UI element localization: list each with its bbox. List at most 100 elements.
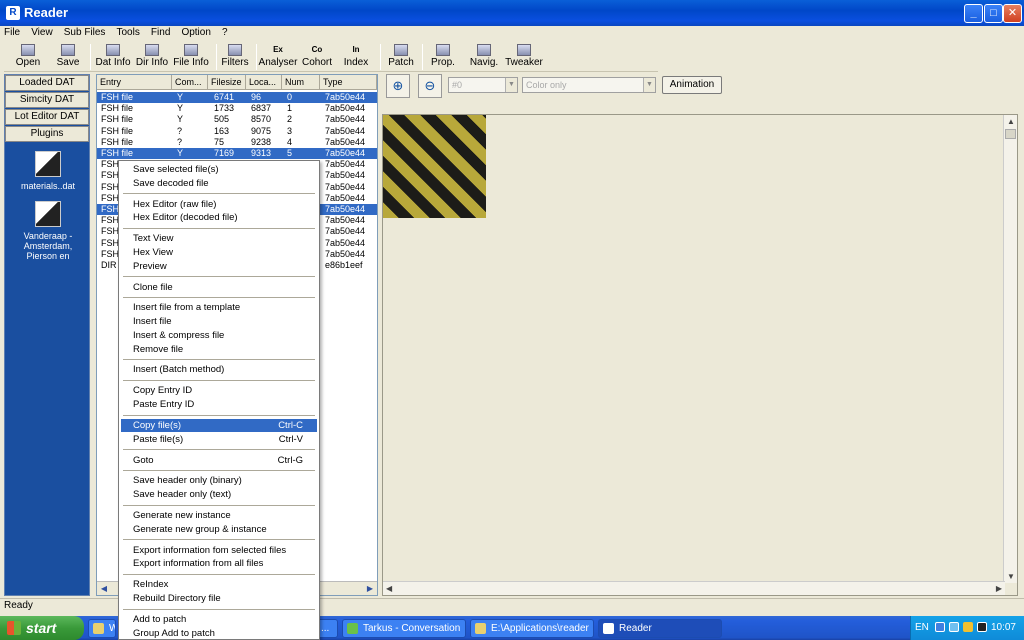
menu-item-label: Save header only (text) [133, 489, 232, 501]
dat-info-button[interactable]: Dat Info [94, 42, 132, 72]
plugins-button[interactable]: Plugins [5, 126, 89, 142]
table-cell-entry: FSH [101, 192, 119, 203]
context-menu-item[interactable]: Goto Ctrl-G [121, 454, 317, 467]
context-menu-item[interactable]: Export information fom selected files [121, 544, 317, 557]
scrollbar-thumb[interactable] [1005, 129, 1016, 139]
context-menu-item[interactable]: Generate new group & instance [121, 523, 317, 536]
context-menu-item[interactable]: Hex View [121, 246, 317, 259]
menu-view[interactable]: View [27, 26, 57, 39]
column-header-type[interactable]: Type [320, 75, 377, 90]
animation-button[interactable]: Animation [662, 76, 722, 94]
open-button[interactable]: Open [14, 42, 42, 72]
table-row[interactable]: FSH file Y 7169 9313 5 7ab50e44 [97, 148, 377, 159]
patch-button[interactable]: Patch [386, 42, 416, 72]
loaded-dat-button[interactable]: Loaded DAT [5, 75, 89, 91]
lot-editor-dat-button[interactable]: Lot Editor DAT [5, 109, 89, 125]
context-menu-item[interactable]: Save header only (binary) [121, 474, 317, 487]
context-menu-item[interactable]: Remove file [121, 343, 317, 356]
context-menu-item[interactable]: Copy file(s) Ctrl-C [121, 418, 317, 432]
context-menu-item[interactable]: Insert file from a template [121, 301, 317, 314]
minimize-button[interactable]: _ [964, 4, 983, 23]
column-header-entry[interactable]: Entry [97, 75, 172, 90]
start-button[interactable]: start [0, 616, 84, 640]
menu-sub-files[interactable]: Sub Files [60, 26, 110, 39]
title-bar[interactable]: R Reader _ □ ✕ [0, 0, 1024, 26]
taskbar-task[interactable]: E:\Applications\reader [470, 619, 594, 638]
tray-icon[interactable] [935, 622, 945, 632]
context-menu-item[interactable]: Insert & compress file [121, 329, 317, 342]
preview-horizontal-scrollbar[interactable]: ◀ ▶ [383, 581, 1005, 595]
tray-icon[interactable] [977, 622, 987, 632]
context-menu-item[interactable]: Group Add to patch [121, 627, 317, 640]
context-menu-item[interactable]: Paste Entry ID [121, 398, 317, 411]
context-menu-item[interactable]: Paste file(s) Ctrl-V [121, 433, 317, 446]
context-menu-item[interactable]: Hex Editor (decoded file) [121, 211, 317, 224]
menu-find[interactable]: Find [147, 26, 174, 39]
context-menu-item[interactable]: Insert (Batch method) [121, 363, 317, 376]
context-menu-item[interactable]: Save header only (text) [121, 488, 317, 501]
plugin-label: Vanderaap - Amsterdam, Pierson en [23, 231, 73, 261]
context-menu-item[interactable]: Hex Editor (raw file) [121, 198, 317, 211]
menu-tools[interactable]: Tools [113, 26, 144, 39]
scroll-up-icon[interactable]: ▲ [1007, 117, 1015, 126]
table-row[interactable]: FSH file? 163 9075 3 7ab50e44 [97, 126, 377, 137]
language-indicator[interactable]: EN [915, 622, 929, 633]
save-button[interactable]: Save [54, 42, 82, 72]
simcity-dat-button[interactable]: Simcity DAT [5, 92, 89, 108]
tray-icon[interactable] [963, 622, 973, 632]
context-menu-item[interactable]: Clone file [121, 281, 317, 294]
menu-file[interactable]: File [0, 26, 24, 39]
dir-info-button[interactable]: Dir Info [134, 42, 170, 72]
tweaker-button[interactable]: Tweaker [504, 42, 544, 72]
context-menu-item[interactable]: Insert file [121, 315, 317, 328]
frame-select[interactable]: #0 ▼ [448, 77, 518, 93]
filters-button[interactable]: Filters [220, 42, 250, 72]
context-menu-item[interactable]: Rebuild Directory file [121, 592, 317, 605]
context-menu-item[interactable]: Add to patch [121, 613, 317, 626]
color-mode-select[interactable]: Color only ▼ [522, 77, 656, 93]
close-button[interactable]: ✕ [1003, 4, 1022, 23]
scroll-down-icon[interactable]: ▼ [1007, 572, 1015, 581]
file-info-button[interactable]: File Info [172, 42, 210, 72]
context-menu-item[interactable]: Export information from all files [121, 557, 317, 570]
index-button[interactable]: In Index [342, 42, 370, 72]
table-row[interactable]: FSH file? 75 9238 4 7ab50e44 [97, 137, 377, 148]
filters-icon [228, 44, 242, 56]
scroll-right-icon[interactable]: ▶ [996, 584, 1002, 593]
maximize-button[interactable]: □ [984, 4, 1003, 23]
taskbar-task[interactable]: Tarkus - Conversation [342, 619, 466, 638]
column-header-loca[interactable]: Loca... [246, 75, 282, 90]
context-menu-item[interactable]: Save selected file(s) [121, 163, 317, 176]
clock[interactable]: 10:07 [991, 622, 1016, 633]
context-menu-item[interactable]: Text View [121, 232, 317, 245]
menu-option[interactable]: Option [177, 26, 214, 39]
column-header-num[interactable]: Num [282, 75, 320, 90]
taskbar-task[interactable]: W [88, 619, 116, 638]
zoom-out-icon[interactable]: ⊖ [418, 74, 442, 98]
table-row[interactable]: FSH file Y 1733 6837 1 7ab50e44 [97, 103, 377, 114]
scroll-left-icon[interactable]: ◀ [98, 583, 110, 594]
plugin-item[interactable]: Vanderaap - Amsterdam, Pierson en [9, 201, 87, 261]
context-menu-item[interactable]: Save decoded file [121, 177, 317, 190]
table-row[interactable]: FSH file Y 6741 96 0 7ab50e44 [97, 92, 377, 103]
scroll-right-icon[interactable]: ▶ [364, 583, 376, 594]
table-row[interactable]: FSH file Y 505 8570 2 7ab50e44 [97, 114, 377, 125]
context-menu-item[interactable]: ReIndex [121, 578, 317, 591]
column-header-filesize[interactable]: Filesize [208, 75, 246, 90]
vertical-scrollbar[interactable]: ▲ ▼ [1003, 115, 1017, 583]
menu-item-shortcut: Ctrl-V [278, 433, 303, 445]
context-menu-item[interactable]: Generate new instance [121, 509, 317, 522]
plugin-item[interactable]: materials..dat [9, 151, 87, 191]
taskbar-task-active[interactable]: Reader [598, 619, 722, 638]
cohort-button[interactable]: Co Cohort [300, 42, 334, 72]
context-menu-item[interactable]: Copy Entry ID [121, 384, 317, 397]
analyser-button[interactable]: Ex Analyser [258, 42, 298, 72]
menu-help[interactable]: ? [218, 26, 232, 39]
context-menu-item[interactable]: Preview [121, 260, 317, 273]
tray-icon[interactable] [949, 622, 959, 632]
column-header-com[interactable]: Com... [172, 75, 208, 90]
scroll-left-icon[interactable]: ◀ [386, 584, 392, 593]
zoom-in-icon[interactable]: ⊕ [386, 74, 410, 98]
prop-button[interactable]: Prop. [428, 42, 458, 72]
navig-button[interactable]: Navig. [468, 42, 500, 72]
